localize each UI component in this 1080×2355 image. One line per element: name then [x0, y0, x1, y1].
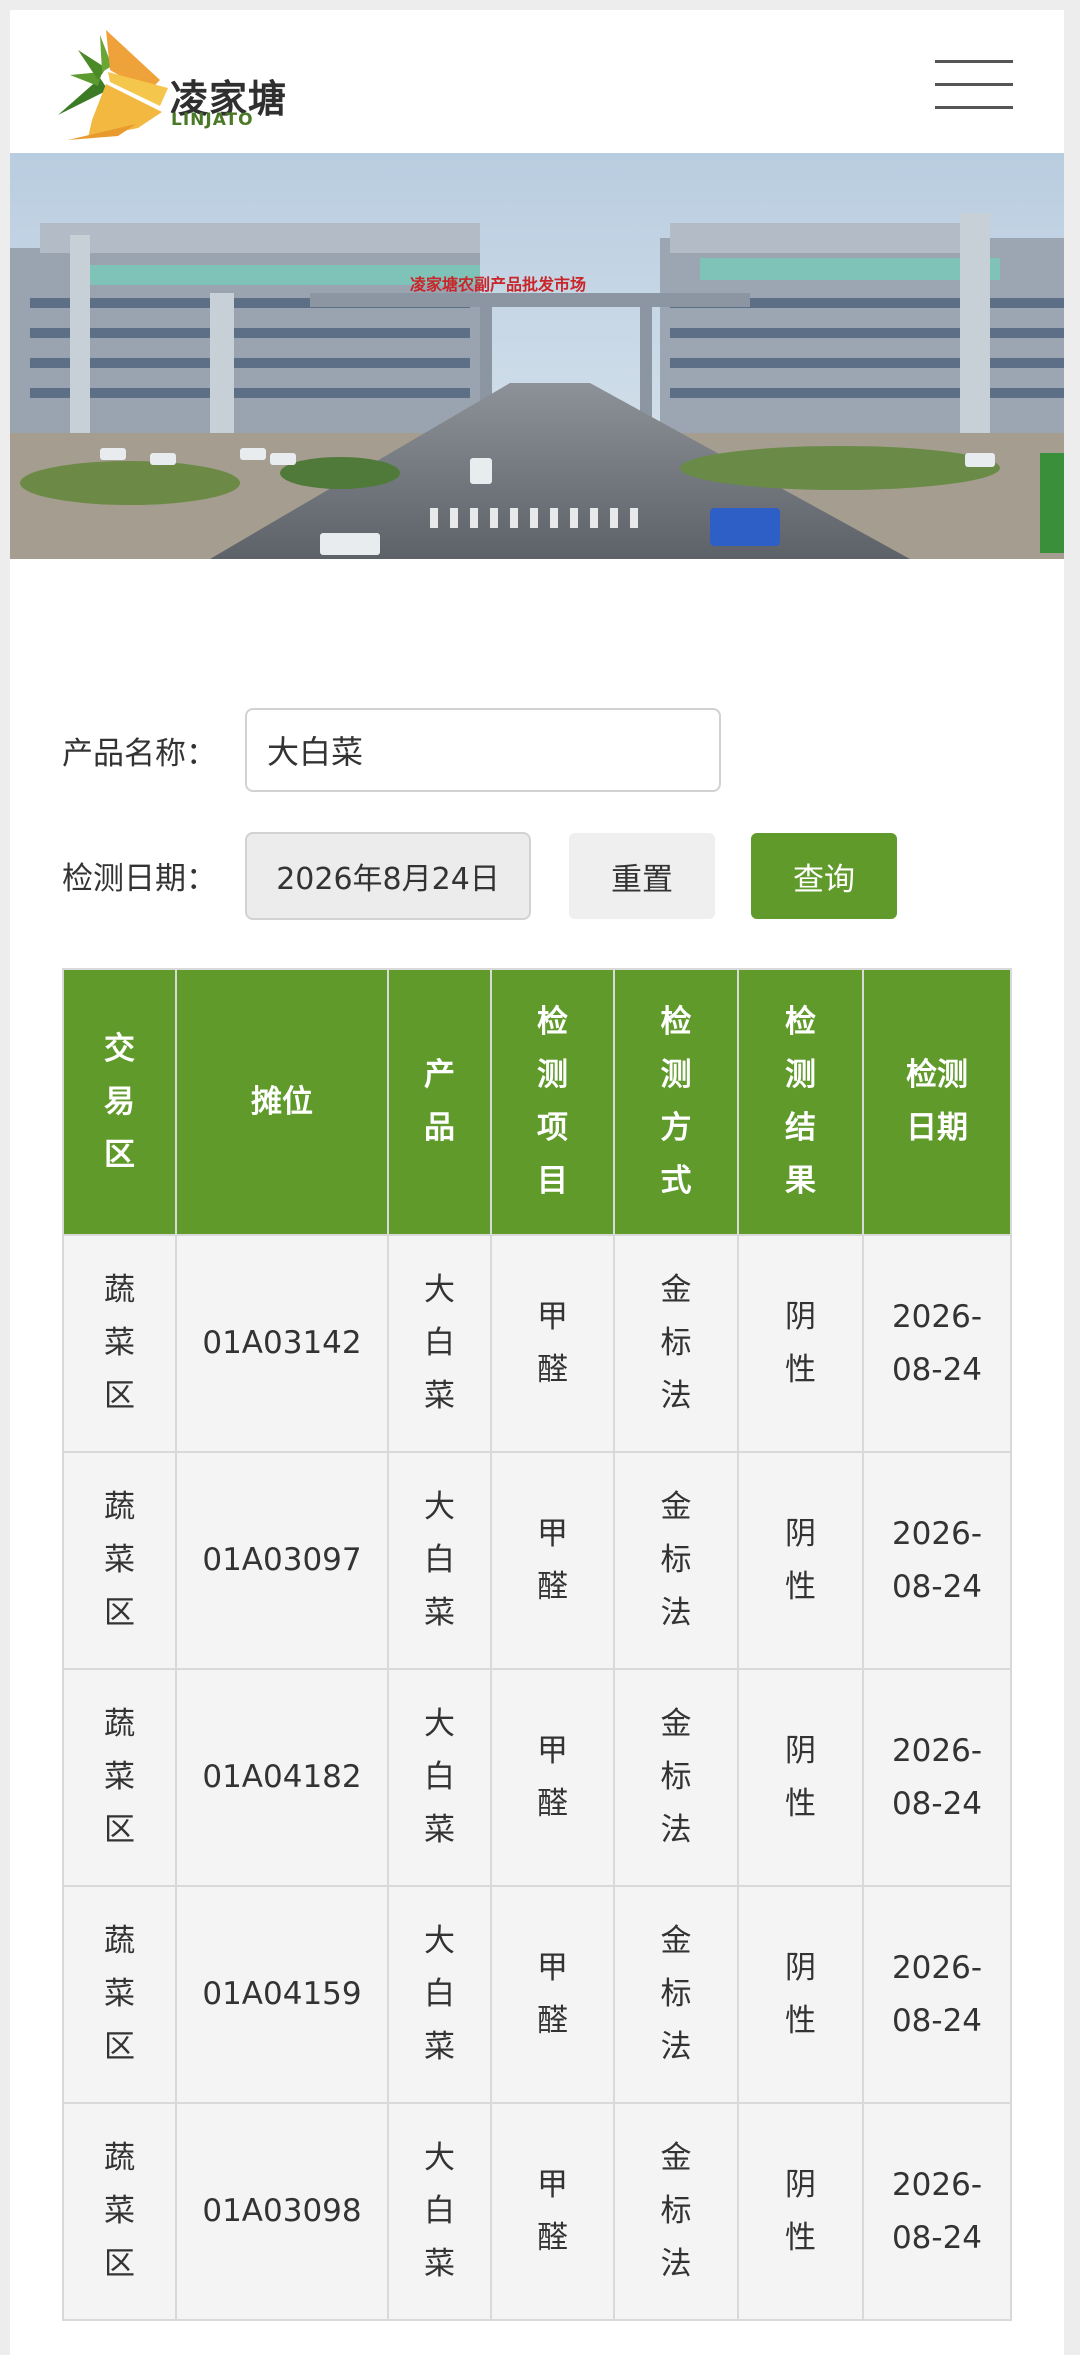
product-name-label: 产品名称：: [62, 736, 217, 772]
cell-product: 大白菜: [387, 1668, 492, 1887]
header-check-method: 检测方式: [613, 968, 739, 1236]
results-table: 交易区 摊位 产品 检测项目 检测方式 检测结果 检测日期 蔬菜区 01A031…: [62, 968, 1012, 2321]
cell-check-item: 甲醛: [490, 2102, 615, 2321]
market-photo: 凌家塘农副产品批发市场: [10, 153, 1064, 559]
cell-stall: 01A03098: [175, 2102, 389, 2321]
cell-check-method: 金标法: [613, 1451, 739, 1670]
cell-stall: 01A04182: [175, 1668, 389, 1887]
cell-check-method: 金标法: [613, 2102, 739, 2321]
header-check-result: 检测结果: [737, 968, 864, 1236]
query-button[interactable]: 查询: [751, 833, 897, 919]
cell-trade-zone: 蔬菜区: [62, 1451, 177, 1670]
cell-trade-zone: 蔬菜区: [62, 2102, 177, 2321]
cell-trade-zone: 蔬菜区: [62, 1885, 177, 2104]
cell-check-date: 2026-08-24: [862, 1234, 1012, 1453]
brand-name-en: LINJATO: [171, 110, 254, 130]
site-header: 凌家塘 LINJATO: [10, 10, 1064, 153]
header-check-date: 检测日期: [862, 968, 1012, 1236]
cell-check-date: 2026-08-24: [862, 2102, 1012, 2321]
header-trade-zone: 交易区: [62, 968, 177, 1236]
cell-stall: 01A03097: [175, 1451, 389, 1670]
table-header-row: 交易区 摊位 产品 检测项目 检测方式 检测结果 检测日期: [62, 968, 1012, 1236]
cell-stall: 01A03142: [175, 1234, 389, 1453]
check-date-picker[interactable]: 2026年8月24日: [245, 832, 531, 920]
product-name-input[interactable]: [245, 708, 721, 792]
banner-sign-text: 凌家塘农副产品批发市场: [410, 275, 586, 294]
cell-check-item: 甲醛: [490, 1451, 615, 1670]
cell-check-date: 2026-08-24: [862, 1451, 1012, 1670]
cell-check-method: 金标法: [613, 1885, 739, 2104]
check-date-label: 检测日期：: [62, 861, 217, 897]
cell-product: 大白菜: [387, 2102, 492, 2321]
table-row: 蔬菜区 01A03098 大白菜 甲醛 金标法 阴性 2026-08-24: [62, 2102, 1012, 2321]
cell-check-result: 阴性: [737, 2102, 864, 2321]
table-row: 蔬菜区 01A03142 大白菜 甲醛 金标法 阴性 2026-08-24: [62, 1234, 1012, 1453]
site-logo[interactable]: 凌家塘 LINJATO: [48, 20, 288, 145]
cell-check-item: 甲醛: [490, 1668, 615, 1887]
table-row: 蔬菜区 01A04159 大白菜 甲醛 金标法 阴性 2026-08-24: [62, 1885, 1012, 2104]
cell-check-item: 甲醛: [490, 1885, 615, 2104]
cell-stall: 01A04159: [175, 1885, 389, 2104]
table-row: 蔬菜区 01A03097 大白菜 甲醛 金标法 阴性 2026-08-24: [62, 1451, 1012, 1670]
table-row: 蔬菜区 01A04182 大白菜 甲醛 金标法 阴性 2026-08-24: [62, 1668, 1012, 1887]
cell-check-item: 甲醛: [490, 1234, 615, 1453]
cell-product: 大白菜: [387, 1234, 492, 1453]
cell-product: 大白菜: [387, 1885, 492, 2104]
market-banner-image: 凌家塘农副产品批发市场: [10, 153, 1064, 559]
cell-check-result: 阴性: [737, 1885, 864, 2104]
cell-check-method: 金标法: [613, 1668, 739, 1887]
cell-check-result: 阴性: [737, 1668, 864, 1887]
header-product: 产品: [387, 968, 492, 1236]
hamburger-menu-icon[interactable]: [935, 60, 1015, 110]
page-card: 凌家塘 LINJATO 凌家塘农副产品批发市场 产品名称： 大白菜 检测日期： …: [10, 10, 1064, 2355]
cell-trade-zone: 蔬菜区: [62, 1234, 177, 1453]
cell-product: 大白菜: [387, 1451, 492, 1670]
cell-check-method: 金标法: [613, 1234, 739, 1453]
check-date-value: 2026年8月24日: [276, 862, 500, 897]
reset-button[interactable]: 重置: [569, 833, 715, 919]
header-stall: 摊位: [175, 968, 389, 1236]
cell-check-result: 阴性: [737, 1234, 864, 1453]
cell-check-result: 阴性: [737, 1451, 864, 1670]
header-check-item: 检测项目: [490, 968, 615, 1236]
logo-leaf-icon: [58, 30, 168, 140]
cell-check-date: 2026-08-24: [862, 1885, 1012, 2104]
cell-check-date: 2026-08-24: [862, 1668, 1012, 1887]
cell-trade-zone: 蔬菜区: [62, 1668, 177, 1887]
